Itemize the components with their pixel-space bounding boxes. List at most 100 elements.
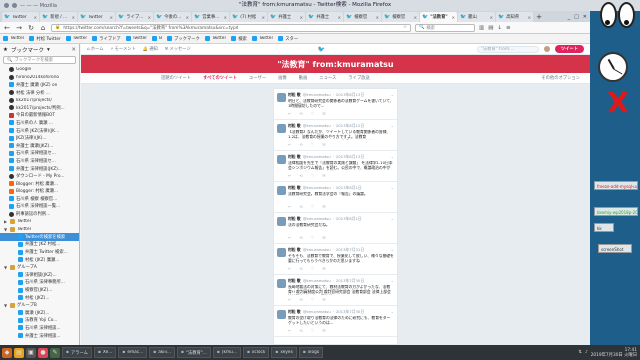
tweet[interactable]: 村松 敬 @kmuramatsu · 2013年7月30日 ⌄ 長崎地裁法の対策にて、教材… — [274, 275, 397, 306]
download-icon[interactable]: ↓ — [497, 25, 502, 31]
bookmark-item[interactable]: Twitter — [65, 36, 87, 41]
bookmark-item[interactable]: ブックマーク — [167, 36, 200, 42]
bookmark-item[interactable]: B — [152, 36, 162, 41]
tray-clock[interactable]: 17:41 2019年7月30日 火曜日 — [591, 348, 637, 358]
tweet-handle[interactable]: @kmuramatsu — [303, 309, 331, 315]
close-icon[interactable]: ✕ — [583, 14, 587, 20]
tab-6[interactable]: 🐦 (7) 村松 ✕ — [230, 12, 267, 22]
like-icon[interactable]: ♡ — [311, 204, 315, 209]
bookmark-item[interactable]: Blogger: 村松 廣瀬... — [0, 188, 79, 196]
chevron-icon[interactable]: ▼ — [4, 227, 8, 232]
tweet-name[interactable]: 村松 敬 — [288, 185, 301, 191]
bookmark-item[interactable]: 検察官(JKZ)... — [0, 286, 79, 294]
url-bar[interactable]: 🔒 https://twitter.com/search?f=tweets&q=… — [51, 23, 411, 32]
bookmark-item[interactable]: 廣瀬 (JKZ)... — [0, 309, 79, 317]
bookmark-item[interactable]: kk2017/projects/判例... — [0, 104, 79, 112]
bookmark-item[interactable]: Twitter — [251, 36, 273, 41]
bookmark-item[interactable]: 弁護士 Twitter 検索... — [0, 248, 79, 256]
top-link-0[interactable]: ⌂ ホーム — [87, 46, 104, 53]
search-tab-5[interactable]: ニュース — [319, 75, 336, 81]
window-minimize-icon[interactable] — [12, 3, 17, 8]
bookmark-item[interactable]: 村松 Twitter — [29, 36, 61, 42]
retweet-icon[interactable]: ⟲ — [299, 204, 302, 209]
tweet-avatar[interactable] — [277, 248, 286, 257]
message-icon[interactable]: ✉ — [322, 266, 325, 271]
tweet-avatar[interactable] — [277, 217, 286, 226]
new-tab-button[interactable]: + — [534, 12, 544, 22]
bookmark-item[interactable]: 石川県の人 廣瀬 ... — [0, 119, 79, 127]
tweet[interactable]: 村松 敬 @kmuramatsu · 2013年8月13日 ⌄ 法律相談を先生で「法教育の… — [274, 151, 397, 182]
tweet-date[interactable]: 2013年7月31日 — [336, 247, 364, 253]
tweet-menu-icon[interactable]: ⌄ — [391, 154, 394, 159]
tab-3[interactable]: 🐦 ライブドア ✕ — [116, 12, 153, 22]
folder-icon[interactable]: ▤ — [14, 347, 24, 358]
tweet-handle[interactable]: @kmuramatsu — [303, 123, 331, 129]
close-tab-icon[interactable]: ✕ — [72, 15, 75, 20]
close-icon[interactable]: ✕ — [71, 47, 76, 53]
retweet-icon[interactable]: ⟲ — [299, 142, 302, 147]
task-8[interactable]: ▪ xlogo — [298, 347, 324, 358]
reply-icon[interactable]: ↩ — [288, 142, 291, 147]
tweet-name[interactable]: 村松 敬 — [288, 123, 301, 129]
bookmark-item[interactable]: Google — [0, 66, 79, 74]
tab-7[interactable]: 🐦 弁護士 ✕ — [268, 12, 305, 22]
tweet-handle[interactable]: @kmuramatsu — [303, 216, 331, 222]
tweet-avatar[interactable] — [277, 155, 286, 164]
desktop-file-label[interactable]: freeze-add-mysql-uuid.n — [594, 181, 638, 190]
retweet-icon[interactable]: ⟲ — [299, 235, 302, 240]
task-7[interactable]: ▪ xeyes — [271, 347, 297, 358]
search-tab-4[interactable]: 動画 — [299, 75, 308, 81]
reply-icon[interactable]: ↩ — [288, 266, 291, 271]
tab-0[interactable]: 🐦 Twitter ✕ — [2, 12, 39, 22]
tweet-menu-icon[interactable]: ⌄ — [391, 123, 394, 128]
tweet-date[interactable]: 2013年8月13日 — [336, 92, 364, 98]
like-icon[interactable]: ♡ — [311, 173, 315, 178]
chevron-icon[interactable]: ▼ — [4, 303, 8, 308]
bookmark-item[interactable]: Blogger: 村松 廣瀬... — [0, 180, 79, 188]
bookmark-item[interactable]: 村松 (JKZ) 廣瀬... — [0, 256, 79, 264]
tweet-avatar[interactable] — [277, 93, 286, 102]
task-5[interactable]: ▪ [kmu... — [212, 347, 241, 358]
message-icon[interactable]: ✉ — [322, 111, 325, 116]
close-tab-icon[interactable]: ✕ — [452, 15, 455, 20]
tab-5[interactable]: 🐦 営業事業所 ✕ — [192, 12, 229, 22]
tweet-avatar[interactable] — [277, 279, 286, 288]
bookmark-item[interactable]: 石川県 法律相談... — [0, 324, 79, 332]
home-button[interactable]: ⌂ — [39, 24, 47, 32]
tweet-handle[interactable]: @kmuramatsu — [303, 92, 331, 98]
bookmark-item[interactable]: 石川県 JKZ(法律)(JK... — [0, 127, 79, 135]
tweet-handle[interactable]: @kmuramatsu — [303, 278, 331, 284]
bookmark-item[interactable]: 石川県 法律相談セ... — [0, 150, 79, 158]
app-menu-icon[interactable]: ◆ — [2, 347, 12, 358]
forward-button[interactable]: → — [15, 24, 23, 32]
like-icon[interactable]: ♡ — [311, 297, 315, 302]
bookmark-item[interactable]: kk2017/projects/ — [0, 96, 79, 104]
sidebar-title[interactable]: ブックマーク — [11, 46, 44, 54]
close-tab-icon[interactable]: ✕ — [338, 15, 341, 20]
top-link-3[interactable]: ✉ メッセージ — [165, 46, 191, 53]
retweet-icon[interactable]: ⟲ — [299, 266, 302, 271]
bookmark-item[interactable]: 検索 — [231, 36, 247, 42]
library-icon[interactable]: ▥ — [479, 25, 484, 31]
message-icon[interactable]: ✉ — [322, 297, 325, 302]
tweet-handle[interactable]: @kmuramatsu — [303, 154, 331, 160]
reload-button[interactable]: ↻ — [27, 24, 35, 32]
tweet[interactable]: 村松 敬 @kmuramatsu · 2013年8月1日 ⌄ 法教育研究会。教育法学会の「… — [274, 182, 397, 213]
retweet-icon[interactable]: ⟲ — [299, 297, 302, 302]
tab-4[interactable]: 🐦 今後の最新 ✕ — [154, 12, 191, 22]
tab-1[interactable]: 🐦 新規 / 通知 ✕ — [40, 12, 77, 22]
volume-icon[interactable]: ♪ — [585, 350, 588, 355]
search-tab-3[interactable]: 画像 — [278, 75, 287, 81]
task-3[interactable]: ▪ akiii... — [149, 347, 175, 358]
reply-icon[interactable]: ↩ — [288, 235, 291, 240]
reply-icon[interactable]: ↩ — [288, 204, 291, 209]
search-tab-2[interactable]: ユーザー — [249, 75, 266, 81]
bookmark-item[interactable]: ▼ グループB — [0, 301, 79, 309]
like-icon[interactable]: ♡ — [311, 266, 315, 271]
tweet-date[interactable]: 2013年8月12日 — [336, 123, 364, 129]
bookmark-item[interactable]: 弁護士 廣瀬(JKZ)... — [0, 142, 79, 150]
tweet-menu-icon[interactable]: ⌄ — [391, 309, 394, 314]
tweet-name[interactable]: 村松 敬 — [288, 92, 301, 98]
tab-10[interactable]: 🐦 検察官 ✕ — [382, 12, 419, 22]
bookmark-item[interactable]: 弁護士 廣瀬 (JKZ) on — [0, 81, 79, 89]
